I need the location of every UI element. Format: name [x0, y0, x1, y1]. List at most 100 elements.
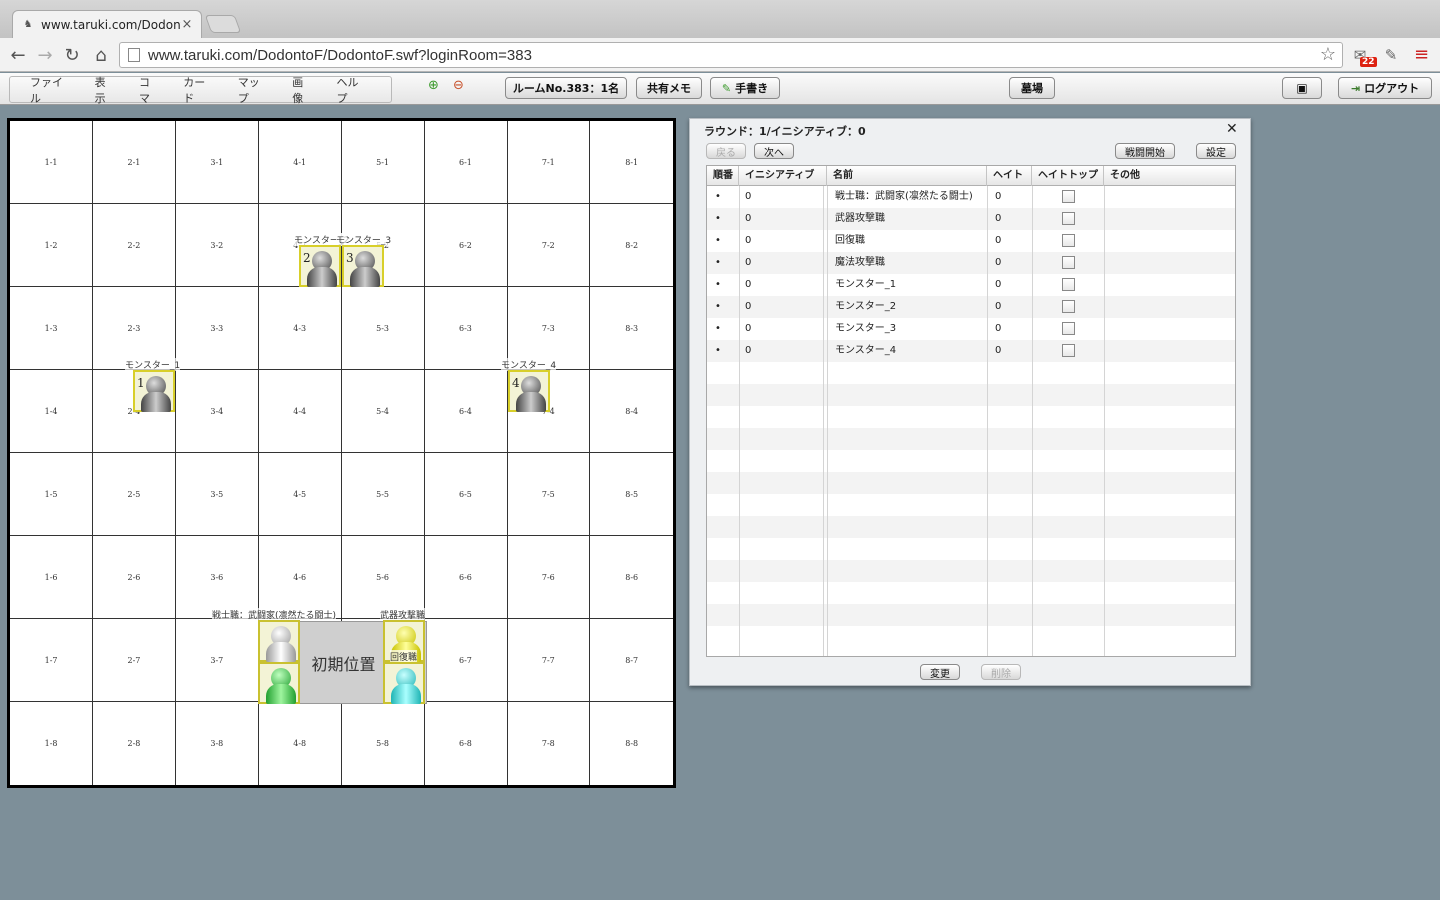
table-row[interactable] [707, 582, 1235, 604]
battle-start-button[interactable]: 戦闘開始 [1115, 143, 1175, 159]
map-cell[interactable]: 8-3 [590, 287, 674, 371]
map-cell[interactable]: 5-6 [341, 536, 425, 620]
map-cell[interactable]: 4-6 [258, 536, 342, 620]
map-cell[interactable]: 5-1 [341, 121, 425, 205]
map-cell[interactable]: 5-3 [341, 287, 425, 371]
map-cell[interactable]: 2-2 [92, 204, 177, 288]
map-cell[interactable]: 4-8 [259, 702, 342, 786]
menu-card[interactable]: カード [183, 74, 213, 106]
hate-top-checkbox[interactable] [1062, 322, 1075, 335]
piece-healer[interactable] [383, 662, 425, 704]
hate-top-checkbox[interactable] [1062, 344, 1075, 357]
back-arrow-icon[interactable]: ← [6, 43, 30, 67]
camera-button[interactable]: ▣ [1282, 77, 1322, 99]
map-cell[interactable]: 8-4 [590, 370, 674, 454]
piece-monster-3[interactable]: 3 [342, 245, 384, 287]
col-hate[interactable]: ヘイト [987, 166, 1032, 186]
map-cell[interactable]: 1-5 [10, 453, 94, 537]
piece-monster-2[interactable]: 2 [299, 245, 341, 287]
new-tab-button[interactable] [204, 15, 242, 33]
table-row[interactable] [707, 494, 1235, 516]
table-row[interactable]: • 0 武器攻撃職 0 [707, 208, 1235, 230]
map-cell[interactable]: 2-7 [92, 619, 177, 703]
table-row[interactable]: • 0 回復職 0 [707, 230, 1235, 252]
map-cell[interactable]: 1-8 [10, 702, 94, 786]
map-cell[interactable]: 6-6 [424, 536, 508, 620]
hate-top-checkbox[interactable] [1062, 278, 1075, 291]
logout-button[interactable]: ⇥ ログアウト [1338, 77, 1432, 99]
piece-magic-attacker[interactable] [258, 662, 300, 704]
back-button[interactable]: 戻る [706, 143, 746, 159]
menu-piece[interactable]: コマ [139, 74, 159, 106]
settings-button[interactable]: 設定 [1196, 143, 1236, 159]
hate-top-checkbox[interactable] [1062, 234, 1075, 247]
map-cell[interactable]: 8-7 [590, 619, 674, 703]
menu-view[interactable]: 表示 [95, 74, 115, 106]
change-button[interactable]: 変更 [920, 664, 960, 680]
map-cell[interactable]: 1-7 [10, 619, 94, 703]
table-row[interactable] [707, 516, 1235, 538]
map-cell[interactable]: 6-1 [424, 121, 508, 205]
table-row[interactable] [707, 450, 1235, 472]
map-cell[interactable]: 6-2 [424, 204, 508, 288]
map-cell[interactable]: 7-5 [507, 453, 591, 537]
map-cell[interactable]: 3-2 [175, 204, 259, 288]
handwriting-button[interactable]: ✎ 手書き [710, 77, 780, 99]
map-cell[interactable]: 1-1 [10, 121, 94, 205]
hate-top-checkbox[interactable] [1062, 190, 1075, 203]
map-cell[interactable]: 6-8 [424, 702, 508, 786]
map-cell[interactable]: 3-7 [175, 619, 259, 703]
table-row[interactable] [707, 472, 1235, 494]
map-cell[interactable]: 8-6 [590, 536, 674, 620]
table-row[interactable]: • 0 モンスター_2 0 [707, 296, 1235, 318]
bookmark-star-icon[interactable]: ☆ [1320, 44, 1336, 65]
map-cell[interactable]: 2-5 [92, 453, 177, 537]
map-cell[interactable]: 1-6 [10, 536, 94, 620]
map-cell[interactable]: 6-7 [424, 619, 508, 703]
zoom-out-icon[interactable]: ⊖ [453, 78, 469, 94]
col-name[interactable]: 名前 [827, 166, 987, 186]
forward-arrow-icon[interactable]: → [33, 43, 57, 67]
close-icon[interactable]: ✕ [1226, 121, 1238, 137]
extension-evernote-icon[interactable]: ✎ [1381, 45, 1401, 65]
table-row[interactable] [707, 406, 1235, 428]
map-cell[interactable]: 6-4 [424, 370, 508, 454]
map-cell[interactable]: 7-6 [507, 536, 591, 620]
next-button[interactable]: 次へ [754, 143, 794, 159]
map-cell[interactable]: 3-8 [176, 702, 259, 786]
map-cell[interactable]: 5-5 [341, 453, 425, 537]
table-row[interactable] [707, 428, 1235, 450]
map-cell[interactable]: 8-8 [590, 702, 673, 785]
table-row[interactable] [707, 560, 1235, 582]
hate-top-checkbox[interactable] [1062, 300, 1075, 313]
menu-file[interactable]: ファイル [30, 74, 71, 106]
piece-monster-4[interactable]: 4 [508, 370, 550, 412]
map-cell[interactable]: 3-4 [175, 370, 259, 454]
map-cell[interactable]: 2-6 [92, 536, 177, 620]
map-cell[interactable]: 4-1 [258, 121, 342, 205]
table-row[interactable] [707, 384, 1235, 406]
address-bar[interactable]: www.taruki.com/DodontoF/DodontoF.swf?log… [119, 42, 1343, 68]
table-row[interactable] [707, 538, 1235, 560]
map-cell[interactable]: 1-3 [10, 287, 94, 371]
hate-top-checkbox[interactable] [1062, 256, 1075, 269]
table-row[interactable]: • 0 モンスター_1 0 [707, 274, 1235, 296]
hate-top-checkbox[interactable] [1062, 212, 1075, 225]
col-initiative[interactable]: イニシアティブ [739, 166, 827, 186]
map-cell[interactable]: 3-3 [175, 287, 259, 371]
map-cell[interactable]: 6-3 [424, 287, 508, 371]
table-row[interactable]: • 0 モンスター_3 0 [707, 318, 1235, 340]
map-cell[interactable]: 7-1 [507, 121, 591, 205]
col-other[interactable]: その他 [1104, 166, 1235, 186]
browser-tab[interactable]: ♞ www.taruki.com/Dodonto × [12, 10, 202, 38]
table-row[interactable] [707, 626, 1235, 648]
table-row[interactable] [707, 362, 1235, 384]
zoom-in-icon[interactable]: ⊕ [428, 78, 444, 94]
map-cell[interactable]: 2-1 [92, 121, 177, 205]
map-cell[interactable]: 3-1 [175, 121, 259, 205]
home-icon[interactable]: ⌂ [89, 43, 113, 67]
map-cell[interactable]: 8-1 [590, 121, 674, 205]
map-cell[interactable]: 2-8 [93, 702, 177, 786]
room-info-button[interactable]: ルームNo.383：1名 [505, 77, 627, 99]
map-cell[interactable]: 3-6 [175, 536, 259, 620]
